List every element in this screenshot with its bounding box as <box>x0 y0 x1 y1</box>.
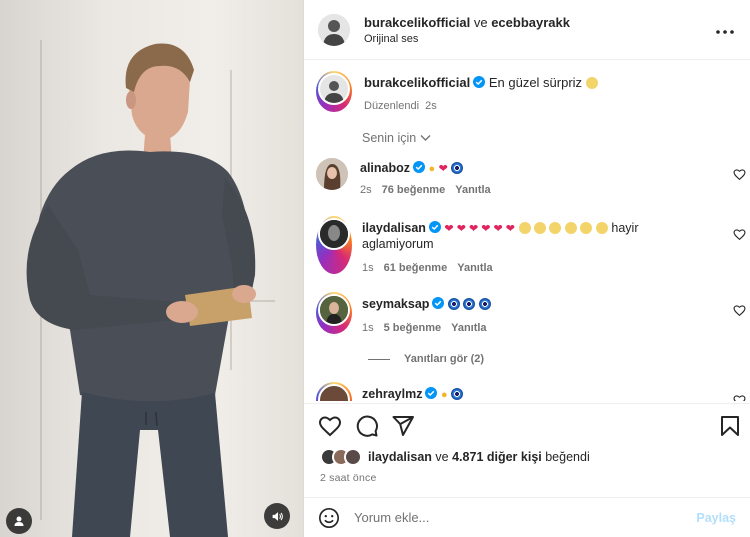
commenter-username[interactable]: zehraylmz <box>362 387 422 401</box>
likes-suffix: beğendi <box>545 450 590 464</box>
clapping-emoji <box>580 222 593 234</box>
crying-emoji: ● <box>428 163 436 175</box>
nazar-emoji <box>463 298 476 310</box>
post-time: 2 saat önce <box>320 472 377 484</box>
commenter-username[interactable]: alinaboz <box>360 161 410 175</box>
post-comment-button[interactable]: Paylaş <box>696 511 736 525</box>
coauthor-joiner: ve <box>473 14 488 30</box>
mute-button[interactable] <box>264 503 290 529</box>
commenter-username[interactable]: ilaydalisan <box>362 221 426 235</box>
heart-icon[interactable] <box>733 304 746 317</box>
author-username[interactable]: burakcelikofficial <box>364 15 470 30</box>
coauthor-username[interactable]: ecebbayrakk <box>491 15 570 30</box>
caption-text: En güzel sürpriz <box>488 75 583 90</box>
liker-avatars <box>320 448 362 466</box>
comment-item: ilaydalisan ❤ ❤ ❤ ❤ ❤ ❤ hayir aglamiyoru… <box>316 216 712 274</box>
reply-button[interactable]: Yanıtla <box>457 262 492 274</box>
post-caption: burakcelikofficial En güzel sürpriz Düze… <box>316 71 598 112</box>
commenter-username[interactable]: seymaksap <box>362 297 429 311</box>
liker-avatar <box>344 448 362 466</box>
verified-icon <box>425 387 438 399</box>
action-bar <box>304 403 750 443</box>
comment-input[interactable] <box>354 510 697 525</box>
user-icon <box>14 516 24 526</box>
avatar-image <box>316 158 348 190</box>
comment-age: 1s <box>362 262 374 274</box>
caption-age: 2s <box>425 100 437 112</box>
sort-label: Senin için <box>362 131 417 145</box>
commenter-avatar[interactable] <box>316 292 352 334</box>
likes-count[interactable]: 4.871 diğer kişi <box>452 450 542 464</box>
video-player[interactable] <box>0 0 303 537</box>
verified-icon <box>428 221 441 233</box>
bookmark-icon[interactable] <box>718 414 742 438</box>
nazar-emoji <box>451 388 464 400</box>
emoji-icon[interactable] <box>318 507 340 529</box>
avatar-image <box>324 81 344 103</box>
nazar-emoji <box>447 298 460 310</box>
heart-emoji: ❤ <box>438 163 448 175</box>
verified-icon <box>473 76 486 88</box>
replies-line <box>368 358 390 360</box>
comment-sort-dropdown[interactable]: Senin için <box>362 131 431 145</box>
more-options-button[interactable] <box>716 21 734 39</box>
comment-item: zehraylmz ● <box>316 382 712 401</box>
avatar-image <box>320 296 348 324</box>
comment-likes[interactable]: 76 beğenme <box>382 184 446 196</box>
comment-likes[interactable]: 5 beğenme <box>384 322 441 334</box>
caption-avatar[interactable] <box>316 71 352 112</box>
reply-button[interactable]: Yanıtla <box>455 184 490 196</box>
author-avatar[interactable] <box>318 13 350 46</box>
heart-emoji: ❤ ❤ ❤ ❤ ❤ ❤ <box>444 223 516 235</box>
commenter-avatar[interactable] <box>316 216 352 274</box>
comment-age: 2s <box>360 184 372 196</box>
clapping-emoji <box>549 222 562 234</box>
heart-icon[interactable] <box>318 414 342 438</box>
comment-text: hayir <box>611 221 639 235</box>
comments-list[interactable]: burakcelikofficial En güzel sürpriz Düze… <box>304 61 750 401</box>
likes-joiner: ve <box>435 450 449 464</box>
comment-likes[interactable]: 61 beğenme <box>384 262 448 274</box>
commenter-avatar[interactable] <box>316 158 348 190</box>
comment-age: 1s <box>362 322 374 334</box>
comment-composer: Paylaş <box>304 497 750 537</box>
share-icon[interactable] <box>391 414 415 438</box>
chevron-down-icon <box>420 135 431 141</box>
post-viewer: burakcelikofficial ve ecebbayrakk Orijin… <box>0 0 750 537</box>
edited-label: Düzenlendi <box>364 100 420 112</box>
commenter-avatar[interactable] <box>316 382 352 401</box>
heart-icon[interactable] <box>733 394 746 401</box>
hands-emoji: ● <box>440 389 448 401</box>
more-icon <box>716 29 734 34</box>
comment-text-line2: aglamiyorum <box>362 237 434 251</box>
clapping-emoji <box>585 77 598 89</box>
clapping-emoji <box>595 222 608 234</box>
clapping-emoji <box>518 222 531 234</box>
view-replies-label: Yanıtları gör (2) <box>404 353 485 365</box>
likes-summary[interactable]: ilaydalisan ve 4.871 diğer kişi beğendi <box>320 448 590 466</box>
heart-icon[interactable] <box>733 168 746 181</box>
video-frame-person <box>26 43 256 537</box>
verified-icon <box>413 161 426 173</box>
nazar-emoji <box>478 298 491 310</box>
liker-username[interactable]: ilaydalisan <box>368 450 432 464</box>
caption-username[interactable]: burakcelikofficial <box>364 75 470 90</box>
reply-button[interactable]: Yanıtla <box>451 322 486 334</box>
avatar-image <box>318 13 350 46</box>
comment-item: alinaboz ● ❤ 2s 76 beğenme Yanıtla <box>316 158 710 196</box>
user-tag-button[interactable] <box>6 508 32 534</box>
post-details-pane: burakcelikofficial ve ecebbayrakk Orijin… <box>303 0 750 537</box>
view-replies-button[interactable]: Yanıtları gör (2) <box>368 353 484 365</box>
verified-icon <box>432 297 445 309</box>
avatar-image <box>320 220 348 248</box>
comment-icon[interactable] <box>355 414 379 438</box>
post-header: burakcelikofficial ve ecebbayrakk Orijin… <box>304 0 750 60</box>
comment-item: seymaksap 1s 5 beğenme Yanıtla <box>316 292 712 334</box>
audio-label[interactable]: Orijinal ses <box>364 33 570 45</box>
volume-icon <box>272 511 283 521</box>
clapping-emoji <box>564 222 577 234</box>
nazar-emoji <box>451 162 464 174</box>
heart-icon[interactable] <box>733 228 746 241</box>
clapping-emoji <box>533 222 546 234</box>
